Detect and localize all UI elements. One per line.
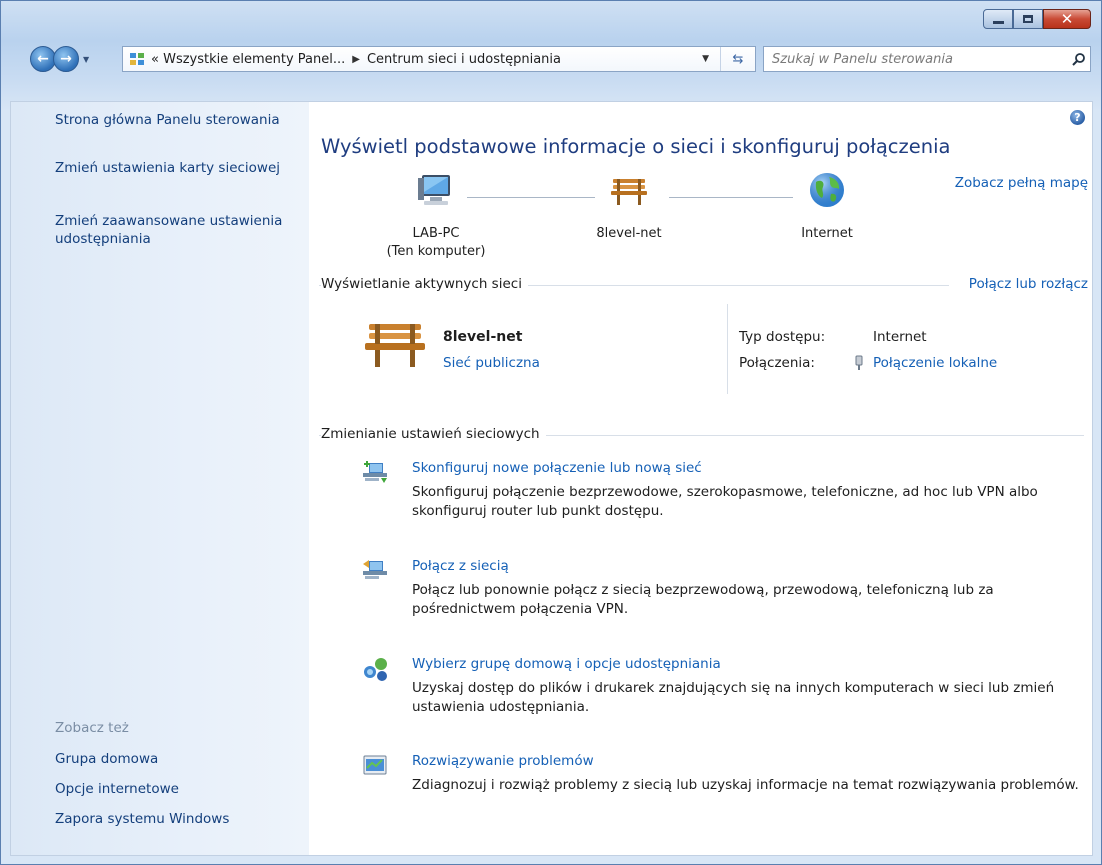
map-link-line [669,197,793,198]
minimize-icon [992,21,1004,24]
breadcrumb-network-center[interactable]: Centrum sieci i udostępniania [367,52,561,67]
connections-label: Połączenia: [739,355,815,371]
refresh-icon[interactable]: ⇆ [720,47,755,71]
minimize-button[interactable] [983,9,1013,29]
connect-network-icon [361,558,389,584]
network-adapter-icon [854,355,864,371]
caption-buttons: ✕ [983,9,1091,29]
new-connection-icon [361,460,389,486]
task-homegroup-desc: Uzyskaj dostęp do plików i drukarek znaj… [412,680,1055,715]
see-also-caption: Zobacz też [55,720,129,736]
access-type-value: Internet [873,329,927,345]
recent-pages-dropdown[interactable]: ▼ [83,55,89,64]
task-homegroup-link[interactable]: Wybierz grupę domową i opcje udostępnian… [412,656,721,672]
sidebar-link-internet-options[interactable]: Opcje internetowe [55,780,285,798]
map-link-line [467,197,595,198]
connect-disconnect-link[interactable]: Połącz lub rozłącz [962,276,1088,292]
address-bar[interactable]: « Wszystkie elementy Panel... ▶ Centrum … [122,46,756,72]
search-box [763,46,1091,72]
page-title: Wyświetl podstawowe informacje o sieci i… [321,135,951,158]
sidebar-link-homegroup[interactable]: Grupa domowa [55,750,285,768]
sidebar: Strona główna Panelu sterowania Zmień us… [11,102,309,855]
map-network-label: 8level-net [596,226,662,241]
active-network-name: 8level-net [443,329,523,345]
full-map-link[interactable]: Zobacz pełną mapę [955,175,1088,191]
forward-arrow-icon: → [60,51,72,67]
sidebar-link-windows-firewall[interactable]: Zapora systemu Windows [55,810,285,828]
computer-icon[interactable] [416,172,456,210]
window: ✕ ← → ▼ « Wszystkie elementy Panel... ▶ … [0,0,1102,865]
close-button[interactable]: ✕ [1043,9,1091,29]
breadcrumb-separator-icon[interactable]: ▶ [352,54,360,65]
map-internet-label: Internet [801,226,853,241]
control-panel-icon [129,51,145,67]
task-connect-link[interactable]: Połącz z siecią [412,558,509,574]
navigation-buttons: ← → ▼ [30,44,89,74]
public-network-bench-icon [363,320,427,368]
map-computer-sublabel: (Ten komputer) [386,244,486,259]
map-computer-label: LAB-PC [412,226,460,241]
maximize-icon [1023,15,1033,23]
task-connect-desc: Połącz lub ponownie połącz z siecią bezp… [412,582,994,617]
help-icon[interactable]: ? [1070,110,1085,125]
close-icon: ✕ [1060,9,1074,28]
public-network-bench-icon[interactable] [609,176,649,206]
task-setup-connection-link[interactable]: Skonfiguruj nowe połączenie lub nową sie… [412,460,702,476]
address-history-dropdown[interactable]: ▼ [702,54,709,64]
sidebar-link-control-panel-home[interactable]: Strona główna Panelu sterowania [55,111,285,129]
task-setup-connection-desc: Skonfiguruj połączenie bezprzewodowe, sz… [412,484,1038,519]
vertical-divider [727,304,728,394]
active-networks-heading: Wyświetlanie aktywnych sieci [321,276,528,292]
main-panel: ? Wyświetl podstawowe informacje o sieci… [309,102,1092,855]
search-icon[interactable] [1068,48,1090,70]
task-troubleshoot-link[interactable]: Rozwiązywanie problemów [412,753,594,769]
access-type-label: Typ dostępu: [739,329,826,345]
search-input[interactable] [764,48,1068,70]
troubleshoot-icon [361,753,389,779]
content-area: Strona główna Panelu sterowania Zmień us… [10,101,1093,856]
back-arrow-icon: ← [37,51,49,67]
maximize-button[interactable] [1013,9,1043,29]
homegroup-icon [361,656,389,682]
task-troubleshoot-desc: Zdiagnozuj i rozwiąż problemy z siecią l… [412,777,1079,793]
sidebar-link-adapter-settings[interactable]: Zmień ustawienia karty sieciowej [55,159,285,177]
network-type-link[interactable]: Sieć publiczna [443,355,540,371]
sidebar-link-advanced-sharing[interactable]: Zmień zaawansowane ustawienia udostępnia… [55,212,285,248]
change-settings-heading: Zmienianie ustawień sieciowych [321,426,546,442]
internet-globe-icon[interactable] [807,170,847,210]
breadcrumb-all-items[interactable]: « Wszystkie elementy Panel... [151,52,345,67]
local-connection-link[interactable]: Połączenie lokalne [873,355,997,371]
forward-button[interactable]: → [53,46,79,72]
